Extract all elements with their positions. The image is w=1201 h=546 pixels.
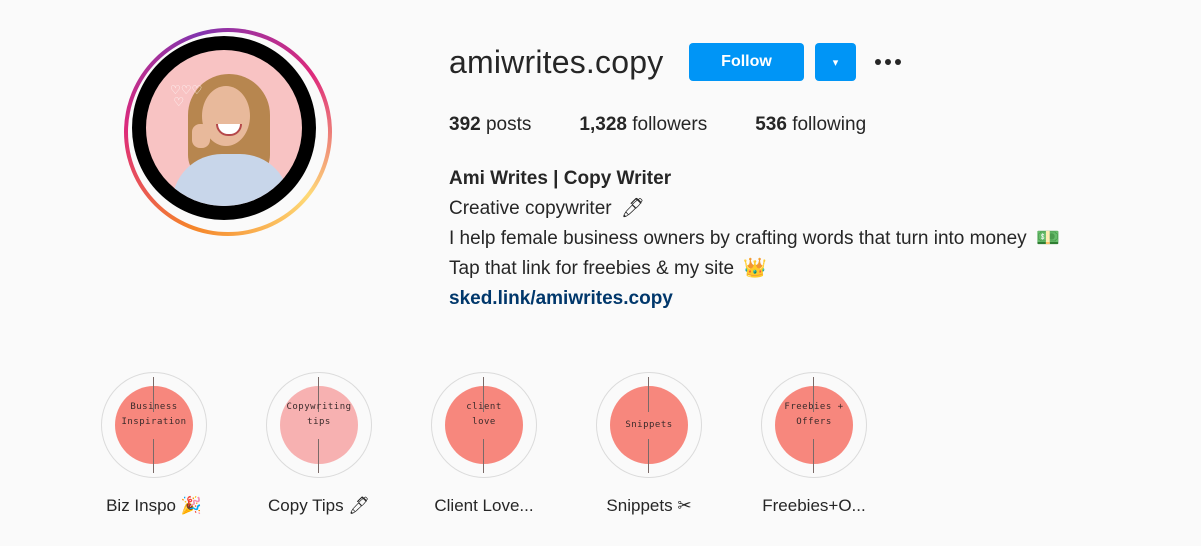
cover-divider bbox=[648, 377, 649, 412]
scissors-icon: ✂ bbox=[677, 496, 692, 515]
story-highlight[interactable]: Business Inspiration Biz Inspo 🎉 bbox=[84, 372, 224, 516]
suggested-accounts-dropdown-button[interactable]: ▾ bbox=[815, 43, 856, 81]
highlight-label: Biz Inspo 🎉 bbox=[84, 496, 224, 516]
more-options-button[interactable] bbox=[871, 50, 905, 74]
chevron-down-icon: ▾ bbox=[832, 56, 839, 69]
highlight-cover-text-line: Copywriting bbox=[286, 402, 352, 412]
highlight-cover-text-line: Inspiration bbox=[121, 417, 187, 427]
following-label: following bbox=[792, 114, 867, 135]
posts-label: posts bbox=[485, 114, 532, 135]
highlight-cover-text-line: tips bbox=[307, 417, 331, 427]
highlight-cover-text-line: client bbox=[466, 402, 502, 412]
cover-divider bbox=[648, 439, 649, 473]
bio-line: Creative copywriter 🖊 bbox=[449, 194, 1060, 224]
profile-full-name: Ami Writes | Copy Writer bbox=[449, 168, 672, 189]
highlight-ring: Snippets bbox=[596, 372, 702, 478]
highlight-cover-text-line: Offers bbox=[796, 417, 832, 427]
highlight-ring: Freebies + Offers bbox=[761, 372, 867, 478]
highlight-ring: client love bbox=[431, 372, 537, 478]
highlight-ring: Copywriting tips bbox=[266, 372, 372, 478]
bio-line: Tap that link for freebies & my site 👑 bbox=[449, 254, 1060, 284]
avatar-hand bbox=[192, 124, 210, 148]
highlight-cover-text-line: Business bbox=[130, 402, 178, 412]
crown-icon: 👑 bbox=[743, 258, 768, 280]
highlight-cover-text: Snippets bbox=[597, 418, 701, 433]
party-popper-icon: 🎉 bbox=[180, 496, 202, 515]
avatar-border: ♡♡♡ ♡ bbox=[132, 36, 316, 220]
story-highlight[interactable]: Copywriting tips Copy Tips 🖊 bbox=[249, 372, 389, 516]
pen-icon: 🖊 bbox=[348, 496, 370, 515]
highlight-label: Freebies+O... bbox=[744, 496, 884, 516]
pen-icon: 🖊 bbox=[620, 198, 646, 219]
followers-label: followers bbox=[632, 114, 708, 135]
followers-stat[interactable]: 1,328 followers bbox=[579, 114, 707, 136]
bio-line-text: I help female business owners by craftin… bbox=[449, 228, 1027, 250]
avatar-photo: ♡♡♡ ♡ bbox=[146, 50, 302, 206]
highlight-cover-text: Copywriting tips bbox=[267, 400, 371, 430]
highlight-label-text: Freebies+O... bbox=[762, 496, 866, 515]
following-stat[interactable]: 536 following bbox=[755, 114, 866, 136]
highlight-label: Snippets ✂ bbox=[579, 496, 719, 516]
bio-line-text: Creative copywriter bbox=[449, 198, 612, 220]
cover-divider bbox=[153, 439, 154, 473]
highlight-cover-text-line: love bbox=[472, 417, 496, 427]
highlight-cover-text-line: Freebies + bbox=[784, 402, 844, 412]
profile-bio: Ami Writes | Copy Writer Creative copywr… bbox=[449, 164, 1060, 314]
followers-count: 1,328 bbox=[579, 114, 627, 135]
more-dot-icon bbox=[885, 59, 891, 65]
follow-button[interactable]: Follow bbox=[689, 43, 804, 81]
story-highlight[interactable]: Snippets Snippets ✂ bbox=[579, 372, 719, 516]
highlight-label-text: Copy Tips bbox=[268, 496, 344, 515]
highlight-cover-text: Freebies + Offers bbox=[762, 400, 866, 430]
profile-avatar[interactable]: ♡♡♡ ♡ bbox=[124, 28, 332, 236]
cover-divider bbox=[813, 439, 814, 473]
money-icon: 💵 bbox=[1035, 228, 1060, 250]
highlight-cover-text-line: Snippets bbox=[625, 420, 673, 430]
posts-count: 392 bbox=[449, 114, 481, 135]
profile-stats: 392 posts 1,328 followers 536 following bbox=[449, 114, 914, 136]
heart-doodles-icon: ♡♡♡ ♡ bbox=[170, 83, 203, 109]
highlight-label-text: Client Love... bbox=[434, 496, 534, 515]
more-dot-icon bbox=[895, 59, 901, 65]
posts-stat: 392 posts bbox=[449, 114, 531, 136]
cover-divider bbox=[318, 439, 319, 473]
story-highlight[interactable]: Freebies + Offers Freebies+O... bbox=[744, 372, 884, 516]
bio-link[interactable]: sked.link/amiwrites.copy bbox=[449, 288, 673, 309]
highlight-label: Client Love... bbox=[414, 496, 554, 516]
cover-divider bbox=[483, 439, 484, 473]
following-count: 536 bbox=[755, 114, 787, 135]
highlight-label: Copy Tips 🖊 bbox=[249, 496, 389, 516]
profile-username: amiwrites.copy bbox=[449, 44, 664, 80]
bio-line-text: Tap that link for freebies & my site bbox=[449, 258, 735, 280]
more-dot-icon bbox=[875, 59, 881, 65]
highlight-ring: Business Inspiration bbox=[101, 372, 207, 478]
highlight-label-text: Biz Inspo bbox=[106, 496, 177, 515]
bio-line: I help female business owners by craftin… bbox=[449, 224, 1060, 254]
highlight-cover-text: client love bbox=[432, 400, 536, 430]
story-highlight[interactable]: client love Client Love... bbox=[414, 372, 554, 516]
highlight-cover-text: Business Inspiration bbox=[102, 400, 206, 430]
highlight-label-text: Snippets bbox=[606, 496, 673, 515]
